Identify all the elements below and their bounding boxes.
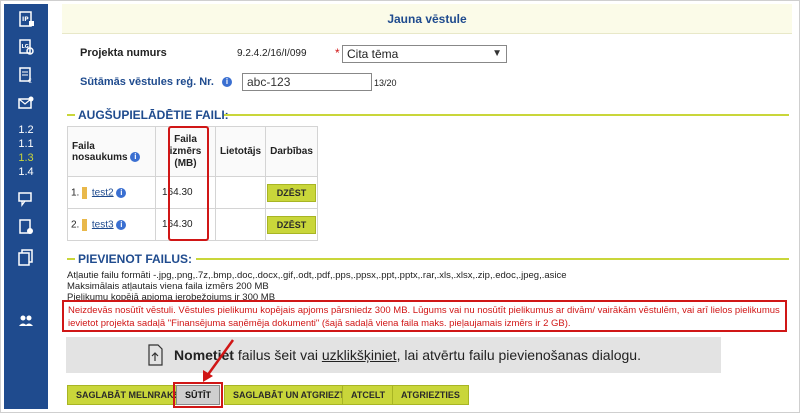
info-icon[interactable]: i [221, 77, 232, 88]
document-gear-icon[interactable] [4, 218, 48, 236]
drop-zone-text-end: , lai atvērtu failu pievienošanas dialog… [396, 347, 641, 363]
column-header-name: Faila nosaukums i [67, 126, 156, 177]
file-link[interactable]: test2 [92, 187, 114, 198]
section-divider [224, 114, 789, 116]
drop-zone-text: failus šeit vai [233, 347, 322, 363]
file-link[interactable]: test3 [92, 219, 114, 230]
left-nav-rail: IP LG € 1.2 1.1 1.3 1.4 [4, 4, 48, 409]
back-button[interactable]: ATGRIEZTIES [392, 385, 469, 405]
rail-number-1-3-active[interactable]: 1.3 [4, 152, 48, 164]
file-user-cell [214, 176, 267, 209]
column-header-user: Lietotājs [214, 126, 267, 177]
browse-files-link[interactable]: uzklikšķiniet [322, 347, 397, 363]
drop-zone-bold-text: Nometiet [174, 347, 234, 363]
table-header-row: Faila nosaukums i Faila izmērs (MB) Liet… [67, 126, 318, 177]
cancel-button-wrap: ATCELT [342, 385, 395, 405]
send-button[interactable]: SŪTĪT [173, 382, 223, 408]
ip-document-icon[interactable]: IP [4, 10, 48, 28]
reg-number-label: Sūtāmās vēstules reģ. Nr. i [80, 76, 232, 88]
table-row: 1. test2 i 164.30 DZĒST [67, 176, 318, 209]
topic-select-value: Cita tēma [347, 47, 399, 61]
upload-file-icon [148, 344, 163, 366]
section-divider [196, 258, 789, 260]
uploaded-files-table: Faila nosaukums i Faila izmērs (MB) Liet… [67, 126, 318, 241]
file-user-cell [214, 208, 267, 241]
error-message: Neizdevās nosūtīt vēstuli. Vēstules piel… [62, 300, 787, 332]
required-mark: * [335, 46, 340, 60]
column-header-actions: Darbības [265, 126, 318, 177]
page-title: Jauna vēstule [62, 4, 792, 34]
chevron-down-icon: ▼ [492, 48, 502, 59]
mail-settings-icon[interactable] [4, 94, 48, 112]
svg-text:€: € [28, 78, 32, 84]
main-panel: Jauna vēstule Projekta numurs 9.2.4.2/16… [62, 4, 792, 409]
file-name-cell: 1. test2 i [67, 176, 156, 209]
uploaded-files-title: AUGŠUPIELĀDĒTIE FAILI: [78, 108, 229, 122]
section-divider [67, 258, 75, 260]
allowed-formats-text: Atļautie failu formāti -.jpg,.png,.7z,.b… [67, 270, 567, 281]
euro-document-icon[interactable]: € [4, 66, 48, 84]
svg-text:IP: IP [22, 16, 29, 23]
project-number-value: 9.2.4.2/16/I/099 [237, 48, 307, 59]
search-document-icon[interactable]: LG [4, 38, 48, 56]
documents-stack-icon[interactable] [4, 248, 48, 266]
file-size-cell: 164.30 [155, 176, 216, 209]
reg-number-label-text: Sūtāmās vēstules reģ. Nr. [80, 76, 214, 88]
file-actions-cell: DZĒST [265, 176, 318, 209]
project-number-label: Projekta numurs [80, 47, 167, 59]
file-icon [82, 218, 88, 231]
file-name-cell: 2. test3 i [67, 208, 156, 241]
attach-files-title: PIEVIENOT FAILUS: [78, 252, 193, 266]
info-icon[interactable]: i [130, 151, 141, 162]
chat-icon[interactable] [4, 190, 48, 208]
file-drop-zone[interactable]: Nometiet failus šeit vai uzklikšķiniet, … [66, 337, 721, 373]
topic-select[interactable]: Cita tēma ▼ [342, 45, 507, 63]
file-icon [82, 186, 88, 199]
back-button-wrap: ATGRIEZTIES [392, 385, 469, 405]
max-file-size-text: Maksimālais atļautais viena faila izmērs… [67, 281, 269, 292]
cancel-button[interactable]: ATCELT [342, 385, 395, 405]
rail-number-1-2[interactable]: 1.2 [4, 124, 48, 136]
info-icon[interactable]: i [116, 219, 127, 230]
reg-number-counter: 13/20 [374, 78, 397, 88]
info-icon[interactable]: i [116, 187, 127, 198]
delete-button[interactable]: DZĒST [266, 215, 317, 234]
section-divider [67, 114, 75, 116]
delete-button[interactable]: DZĒST [266, 183, 317, 202]
reg-number-input[interactable]: abc-123 [242, 73, 372, 91]
file-size-cell: 164.30 [155, 208, 216, 241]
rail-number-1-1[interactable]: 1.1 [4, 138, 48, 150]
send-button-wrap: SŪTĪT [173, 382, 223, 408]
file-actions-cell: DZĒST [265, 208, 318, 241]
rail-number-1-4[interactable]: 1.4 [4, 166, 48, 178]
users-icon[interactable] [4, 312, 48, 330]
column-header-size: Faila izmērs (MB) [155, 126, 216, 177]
table-row: 2. test3 i 164.30 DZĒST [67, 208, 318, 241]
